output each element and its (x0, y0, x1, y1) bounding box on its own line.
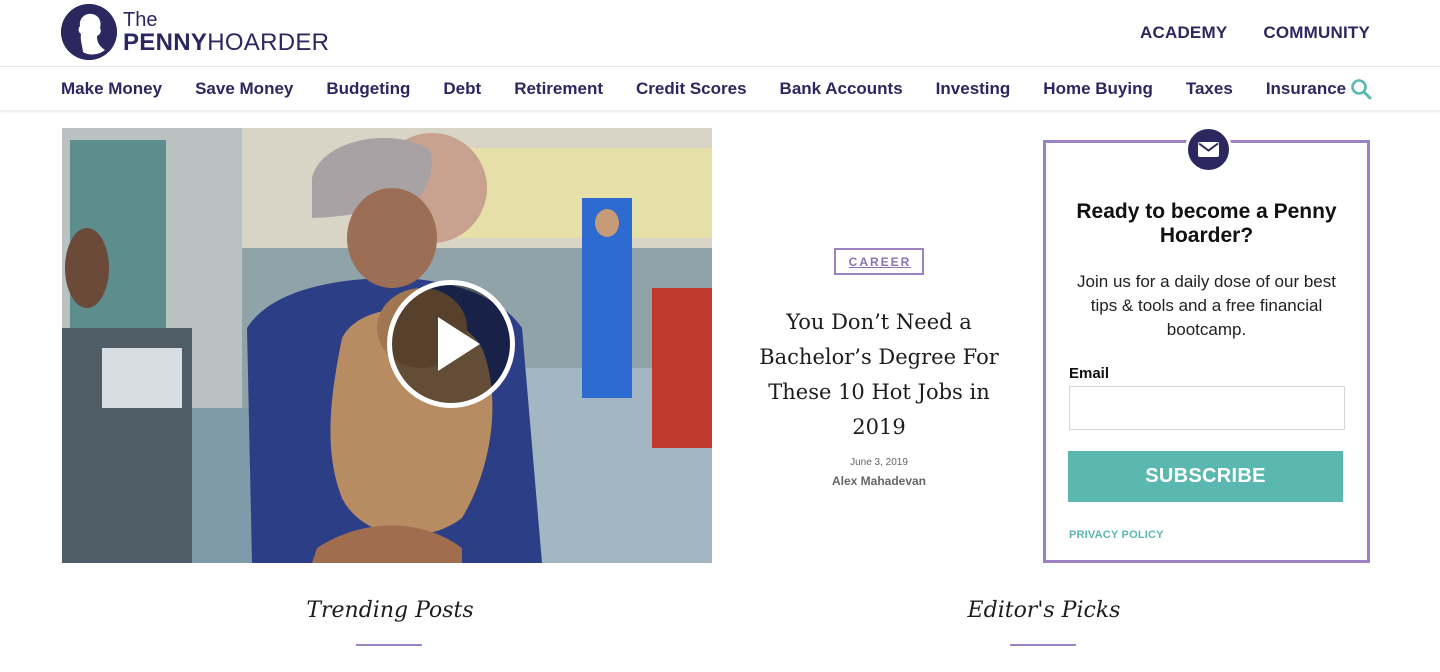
nav-item-save-money[interactable]: Save Money (195, 79, 293, 99)
article-author: Alex Mahadevan (831, 474, 927, 488)
academy-link[interactable]: ACADEMY (1140, 23, 1227, 43)
nav-item-home-buying[interactable]: Home Buying (1043, 79, 1153, 99)
editors-picks-heading: Editor's Picks (967, 598, 1121, 623)
nav-item-insurance[interactable]: Insurance (1266, 79, 1346, 99)
logo-the: The (123, 8, 158, 31)
nav-item-credit-scores[interactable]: Credit Scores (636, 79, 747, 99)
featured-video-thumbnail[interactable] (62, 128, 712, 563)
trending-divider (356, 644, 422, 646)
trending-posts-heading: Trending Posts (306, 598, 474, 623)
site-header: The PENNYHOARDER ACADEMY COMMUNITY (0, 0, 1440, 67)
site-logo[interactable]: The PENNYHOARDER (61, 4, 329, 60)
community-link[interactable]: COMMUNITY (1263, 23, 1370, 43)
nav-item-investing[interactable]: Investing (936, 79, 1011, 99)
nav-item-budgeting[interactable]: Budgeting (326, 79, 410, 99)
article-title[interactable]: You Don’t Need a Bachelor’s Degree For T… (740, 305, 1018, 445)
email-label: Email (1069, 365, 1110, 382)
email-field[interactable] (1069, 386, 1345, 430)
nav-items: Make Money Save Money Budgeting Debt Ret… (61, 79, 1379, 99)
category-badge[interactable]: CAREER (833, 248, 925, 275)
newsletter-signup: Ready to become a Penny Hoarder? Join us… (1043, 126, 1370, 563)
nav-item-retirement[interactable]: Retirement (514, 79, 603, 99)
subscribe-button[interactable]: SUBSCRIBE (1068, 451, 1343, 502)
article-date: June 3, 2019 (850, 457, 908, 468)
editors-divider (1010, 644, 1076, 646)
logo-hoarder: HOARDER (207, 28, 330, 56)
mail-icon (1185, 126, 1232, 173)
signup-description: Join us for a daily dose of our best tip… (1077, 272, 1336, 339)
logo-penny: PENNY (123, 28, 208, 56)
search-icon[interactable] (1350, 78, 1372, 100)
signup-title: Ready to become a Penny Hoarder? (1076, 200, 1337, 247)
privacy-policy-link[interactable]: PRIVACY POLICY (1069, 529, 1164, 541)
top-links: ACADEMY COMMUNITY (1140, 23, 1370, 43)
logo-silhouette-icon (61, 4, 117, 60)
nav-item-make-money[interactable]: Make Money (61, 79, 162, 99)
play-video-button[interactable] (387, 280, 515, 408)
nav-item-taxes[interactable]: Taxes (1186, 79, 1233, 99)
category-nav: Make Money Save Money Budgeting Debt Ret… (0, 67, 1440, 110)
nav-item-bank-accounts[interactable]: Bank Accounts (780, 79, 903, 99)
logo-wordmark: The PENNYHOARDER (123, 10, 329, 55)
nav-item-debt[interactable]: Debt (443, 79, 481, 99)
logo-name: PENNYHOARDER (123, 28, 330, 56)
featured-article: CAREER You Don’t Need a Bachelor’s Degre… (740, 248, 1018, 488)
